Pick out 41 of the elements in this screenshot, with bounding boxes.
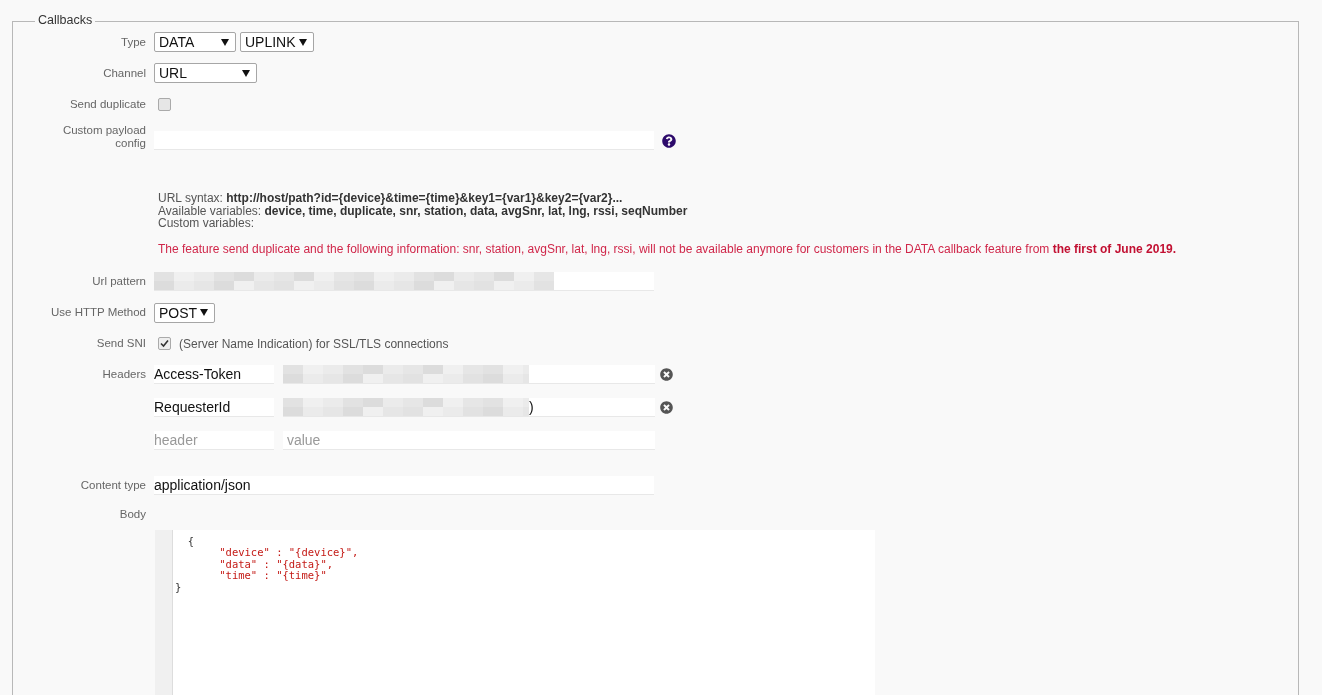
remove-icon[interactable] <box>660 368 673 381</box>
content-type-input[interactable]: application/json <box>154 476 654 495</box>
header-value-input[interactable]: ) <box>283 398 655 417</box>
code-line: "time" : "{time}" <box>218 570 327 582</box>
caret-icon <box>299 38 307 46</box>
help-icon[interactable] <box>662 133 676 148</box>
field-label: Headers <box>101 368 147 381</box>
header-value-input[interactable] <box>283 365 655 384</box>
field-label: Content type <box>79 479 147 492</box>
url-pattern-input[interactable] <box>154 272 654 291</box>
send-sni-checkbox[interactable] <box>158 337 171 350</box>
field-label: Type <box>120 35 147 49</box>
type-select[interactable]: DATA <box>154 32 236 52</box>
field-label: Channel <box>102 66 147 80</box>
body-editor[interactable]: { "device" : "{device}", "data" : "{data}", "time" : "{time}" } <box>155 529 875 695</box>
code-line: "device" : "{device}", <box>218 547 359 559</box>
code-line: { <box>186 535 195 547</box>
help-text: Available variables: device, time, duplicate, snr, station, data, avgSnr, lat, lng, rssi, seqNumber <box>158 204 689 217</box>
http-method-select[interactable]: POST <box>154 302 215 323</box>
field-label: Send SNI <box>95 337 147 350</box>
field-label: Send duplicate <box>68 97 147 111</box>
code-line: "data" : "{data}", <box>218 558 334 570</box>
code-line: } <box>175 581 183 593</box>
field-label: Url pattern <box>91 275 147 288</box>
send-duplicate-checkbox[interactable] <box>158 97 171 111</box>
caret-icon <box>221 38 229 46</box>
field-label: Use HTTP Method <box>50 306 147 319</box>
header-name-input[interactable]: Access-Token <box>154 365 274 384</box>
sni-description: (Server Name Indication) for SSL/TLS connections <box>179 336 449 351</box>
caret-icon <box>242 69 250 77</box>
channel-select[interactable]: URL <box>154 63 257 83</box>
caret-icon <box>200 309 208 316</box>
field-label: Body <box>118 508 147 521</box>
warning-text: The feature send duplicate and the following information: snr, station, avgSnr, lat, lng, rssi, will not be available anymore for customers in the DATA callback feature from the first of June 2019. <box>157 241 1178 256</box>
help-text: URL syntax: http://host/path?id={device}&time={time}&key1={var1}&key2={var2}... <box>158 192 624 205</box>
remove-icon[interactable] <box>660 401 673 414</box>
help-text: Custom variables: <box>158 217 256 230</box>
header-name-input[interactable]: RequesterId <box>154 398 274 417</box>
field-label: Custom payload config <box>61 124 147 150</box>
panel-legend: Callbacks <box>35 13 96 27</box>
type-select[interactable]: UPLINK <box>240 32 314 52</box>
